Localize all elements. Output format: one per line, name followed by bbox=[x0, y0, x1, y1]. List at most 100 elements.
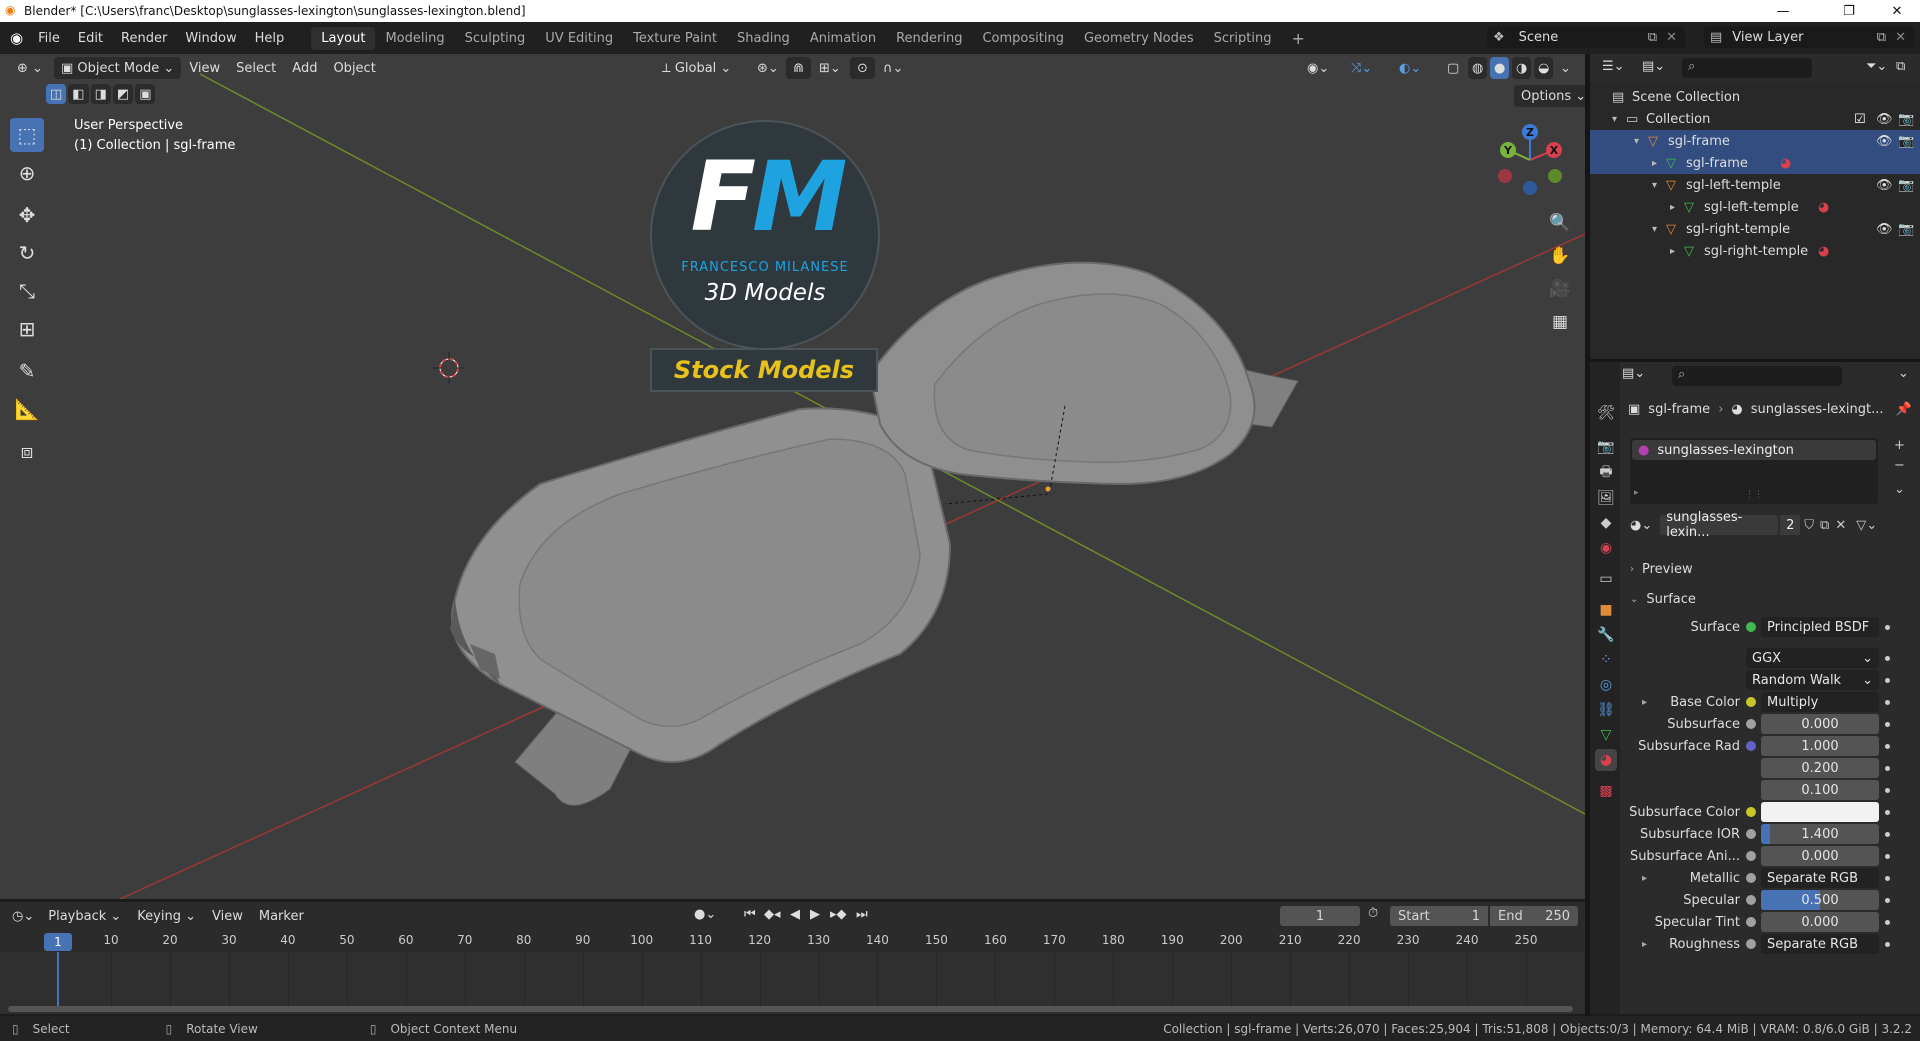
tool-measure[interactable]: 📐 bbox=[10, 392, 44, 426]
property-slider[interactable]: 1.400 bbox=[1761, 824, 1879, 844]
tool-rotate[interactable]: ↻ bbox=[10, 236, 44, 270]
playhead-frame-indicator[interactable]: 1 bbox=[44, 933, 72, 951]
menu-edit[interactable]: Edit bbox=[69, 31, 112, 46]
add-workspace-button[interactable]: + bbox=[1281, 25, 1314, 52]
exclude-checkbox-icon[interactable]: ☑ bbox=[1854, 112, 1866, 127]
display-mode-icon[interactable]: ▤⌄ bbox=[1642, 59, 1665, 74]
keyframe-dot-icon[interactable] bbox=[1885, 655, 1890, 661]
visibility-eye-icon[interactable]: 👁 bbox=[1876, 222, 1893, 237]
socket-icon[interactable] bbox=[1746, 829, 1756, 839]
socket-icon[interactable] bbox=[1746, 851, 1756, 861]
tab-geometry-nodes[interactable]: Geometry Nodes bbox=[1074, 27, 1204, 50]
tab-layout[interactable]: Layout bbox=[311, 26, 376, 50]
unlink-material-icon[interactable]: ✕ bbox=[1835, 518, 1846, 533]
render-camera-icon[interactable]: 📷 bbox=[1898, 134, 1914, 149]
material-properties-tab-icon[interactable]: ◕ bbox=[1595, 749, 1617, 771]
keyframe-dot-icon[interactable] bbox=[1885, 787, 1890, 793]
socket-icon[interactable] bbox=[1746, 697, 1756, 707]
tab-scripting[interactable]: Scripting bbox=[1204, 27, 1282, 50]
render-camera-icon[interactable]: 📷 bbox=[1898, 222, 1914, 237]
keyframe-dot-icon[interactable] bbox=[1885, 765, 1890, 771]
render-camera-icon[interactable]: 📷 bbox=[1898, 178, 1914, 193]
constraints-properties-tab-icon[interactable]: ⛓ bbox=[1595, 699, 1617, 721]
menu-help[interactable]: Help bbox=[246, 31, 294, 46]
keyframe-dot-icon[interactable] bbox=[1885, 624, 1890, 630]
socket-icon[interactable] bbox=[1746, 895, 1756, 905]
material-slot-item[interactable]: ● sunglasses-lexington bbox=[1632, 440, 1876, 460]
slot-expand-icon[interactable]: ▸ bbox=[1634, 488, 1639, 498]
render-properties-tab-icon[interactable]: 📷 bbox=[1595, 436, 1617, 458]
jump-start-icon[interactable]: ⏮ bbox=[744, 907, 756, 922]
timeline-menu-view[interactable]: View bbox=[204, 909, 251, 924]
close-button[interactable]: ✕ bbox=[1874, 0, 1920, 22]
timeline-frames-area[interactable]: 10 20 30 40 50 60 70 80 90 100 110 120 130 140 150 160 1… bbox=[0, 930, 1585, 1014]
visibility-eye-icon[interactable]: 👁 bbox=[1876, 178, 1893, 193]
zoom-view-icon[interactable]: 🔍 bbox=[1545, 208, 1575, 238]
number-field[interactable]: 0.200 bbox=[1761, 758, 1879, 778]
particles-properties-tab-icon[interactable]: ⁘ bbox=[1595, 649, 1617, 671]
modifier-properties-tab-icon[interactable]: 🔧 bbox=[1595, 624, 1617, 646]
proportional-edit-toggle[interactable]: ⊙ bbox=[850, 57, 875, 79]
gizmo-toggle[interactable]: ⤨ ⌄ bbox=[1344, 57, 1379, 79]
keyframe-dot-icon[interactable] bbox=[1885, 875, 1890, 881]
viewport-menu-add[interactable]: Add bbox=[284, 61, 325, 76]
node-link-icon[interactable]: ▽⌄ bbox=[1856, 518, 1877, 533]
properties-options-icon[interactable]: ⌄ bbox=[1898, 366, 1909, 381]
keyframe-dot-icon[interactable] bbox=[1885, 677, 1890, 683]
tool-cursor[interactable]: ⊕ bbox=[10, 156, 44, 190]
linked-node-field[interactable]: Multiply bbox=[1761, 692, 1879, 712]
keyframe-dot-icon[interactable] bbox=[1885, 831, 1890, 837]
select-subtract-icon[interactable]: ◨ bbox=[90, 84, 111, 104]
tool-add-cube[interactable]: ⧈ bbox=[10, 434, 44, 468]
material-link-icon[interactable]: ◕ bbox=[1818, 200, 1829, 215]
property-dropdown[interactable]: Random Walk ⌄ bbox=[1746, 670, 1879, 690]
select-new-icon[interactable]: ◫ bbox=[46, 84, 67, 104]
property-slider[interactable]: 0.500 bbox=[1761, 890, 1879, 910]
material-link-icon[interactable]: ◕ bbox=[1818, 244, 1829, 259]
minimize-button[interactable]: — bbox=[1760, 0, 1806, 22]
number-field[interactable]: 0.100 bbox=[1761, 780, 1879, 800]
remove-slot-icon[interactable]: − bbox=[1894, 458, 1905, 473]
collapse-arrow-icon[interactable]: ▾ bbox=[1612, 114, 1617, 125]
outliner-row[interactable]: ▤ Scene Collection bbox=[1590, 86, 1920, 108]
timeline-scrollbar[interactable] bbox=[8, 1006, 1573, 1012]
pin-icon[interactable]: 📌 bbox=[1896, 402, 1912, 417]
select-extend-icon[interactable]: ◧ bbox=[68, 84, 89, 104]
keyframe-dot-icon[interactable] bbox=[1885, 919, 1890, 925]
shading-material[interactable]: ◑ bbox=[1512, 57, 1532, 79]
keyframe-dot-icon[interactable] bbox=[1885, 721, 1890, 727]
surface-panel-header[interactable]: ⌄ Surface bbox=[1630, 588, 1920, 610]
jump-keyframe-back-icon[interactable]: ◆◂ bbox=[764, 907, 781, 922]
visibility-eye-icon[interactable]: 👁 bbox=[1876, 112, 1893, 127]
scene-selector[interactable]: ❖ Scene ⧉ ✕ bbox=[1487, 26, 1685, 48]
expand-arrow-icon[interactable]: ▸ bbox=[1670, 246, 1675, 257]
play-reverse-icon[interactable]: ◀ bbox=[790, 907, 800, 922]
outliner-editor-type-icon[interactable]: ☰⌄ bbox=[1602, 59, 1625, 74]
property-dropdown[interactable]: GGX ⌄ bbox=[1746, 648, 1879, 668]
start-frame-field[interactable]: Start 1 bbox=[1390, 906, 1488, 926]
render-camera-icon[interactable]: 📷 bbox=[1898, 112, 1914, 127]
shading-solid[interactable]: ● bbox=[1490, 57, 1510, 79]
fake-user-shield-icon[interactable]: ⛉ bbox=[1804, 518, 1814, 533]
preview-range-clock-icon[interactable]: ⏱ bbox=[1368, 906, 1378, 921]
keyframe-dot-icon[interactable] bbox=[1885, 853, 1890, 859]
number-field[interactable]: 0.000 bbox=[1761, 846, 1879, 866]
visibility-selector[interactable]: ◉ ⌄ bbox=[1300, 57, 1336, 79]
record-icon[interactable]: ●⌄ bbox=[694, 907, 716, 922]
world-properties-tab-icon[interactable]: ◉ bbox=[1595, 537, 1617, 559]
socket-icon[interactable] bbox=[1746, 719, 1756, 729]
tool-scale[interactable]: ⤡ bbox=[10, 274, 44, 308]
timeline-editor-type-icon[interactable]: ◷⌄ bbox=[12, 909, 34, 924]
collapse-arrow-icon[interactable]: ▾ bbox=[1634, 136, 1639, 147]
tab-modeling[interactable]: Modeling bbox=[375, 27, 454, 50]
outliner-row[interactable]: ▸ ▽ sgl-left-temple ◕ bbox=[1590, 196, 1920, 218]
object-properties-tab-icon[interactable]: ■ bbox=[1595, 599, 1617, 621]
visibility-eye-icon[interactable]: 👁 bbox=[1876, 134, 1893, 149]
number-field[interactable]: 0.000 bbox=[1761, 714, 1879, 734]
socket-icon[interactable] bbox=[1746, 939, 1756, 949]
material-link-icon[interactable]: ◕ bbox=[1780, 156, 1791, 171]
timeline-menu-keying[interactable]: Keying ⌄ bbox=[129, 909, 204, 924]
socket-icon[interactable] bbox=[1746, 622, 1756, 632]
collection-properties-tab-icon[interactable]: ▭ bbox=[1595, 568, 1617, 590]
properties-search-input[interactable]: ⌕ bbox=[1672, 366, 1842, 386]
